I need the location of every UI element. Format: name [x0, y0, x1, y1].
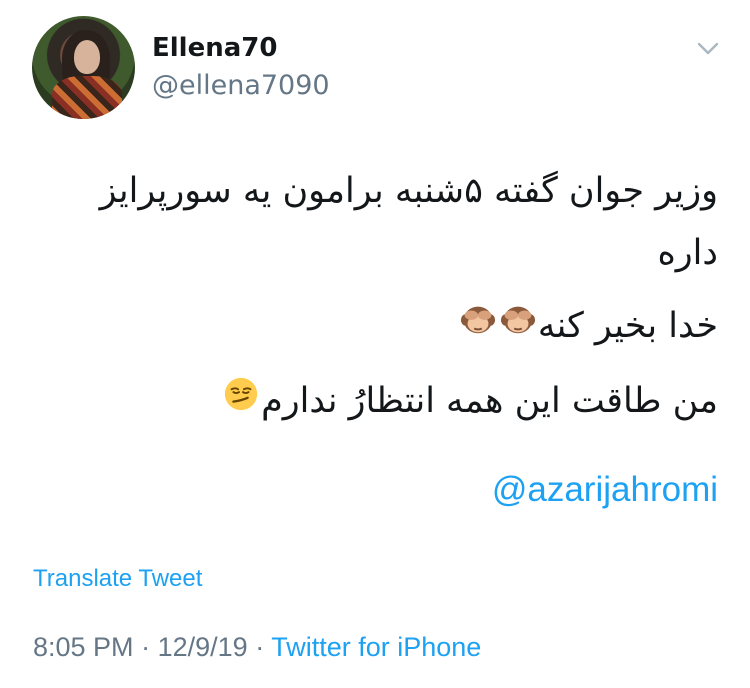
- meta-separator: ·: [141, 632, 151, 662]
- chevron-down-icon[interactable]: [692, 32, 724, 64]
- tweet-meta: 8:05 PM · 12/9/19 · Twitter for iPhone: [33, 632, 481, 663]
- avatar-scarf: [52, 76, 122, 119]
- tweet-line-3-text: من طاقت این همه انتظارُ ندارم: [261, 381, 718, 421]
- tweet-source-link[interactable]: Twitter for iPhone: [271, 632, 481, 662]
- see-no-evil-monkey-icon: [499, 295, 537, 359]
- meta-separator: ·: [255, 632, 265, 662]
- tweet-card: Ellena70 @ellena7090 وزیر جوان گفته ۵شنب…: [0, 0, 750, 688]
- avatar[interactable]: [32, 16, 135, 119]
- avatar-face: [74, 40, 100, 74]
- translate-tweet-link[interactable]: Translate Tweet: [33, 565, 202, 593]
- display-name[interactable]: Ellena70: [152, 33, 277, 63]
- see-no-evil-monkey-icon: [459, 295, 497, 359]
- tweet-text: وزیر جوان گفته ۵شنبه برامون یه سورپرایز …: [68, 160, 718, 434]
- mention-link[interactable]: @azarijahromi: [492, 470, 718, 510]
- tweet-line-2-text: خدا بخیر کنه: [537, 306, 718, 346]
- tweet-line-1: وزیر جوان گفته ۵شنبه برامون یه سورپرایز …: [99, 171, 718, 273]
- tweet-date: 12/9/19: [157, 632, 248, 662]
- tweet-time: 8:05 PM: [33, 632, 134, 662]
- user-handle[interactable]: @ellena7090: [152, 70, 330, 101]
- smirking-face-icon: [222, 370, 260, 434]
- tweet-line-2: خدا بخیر کنه: [68, 294, 718, 359]
- tweet-line-3: من طاقت این همه انتظارُ ندارم: [68, 369, 718, 434]
